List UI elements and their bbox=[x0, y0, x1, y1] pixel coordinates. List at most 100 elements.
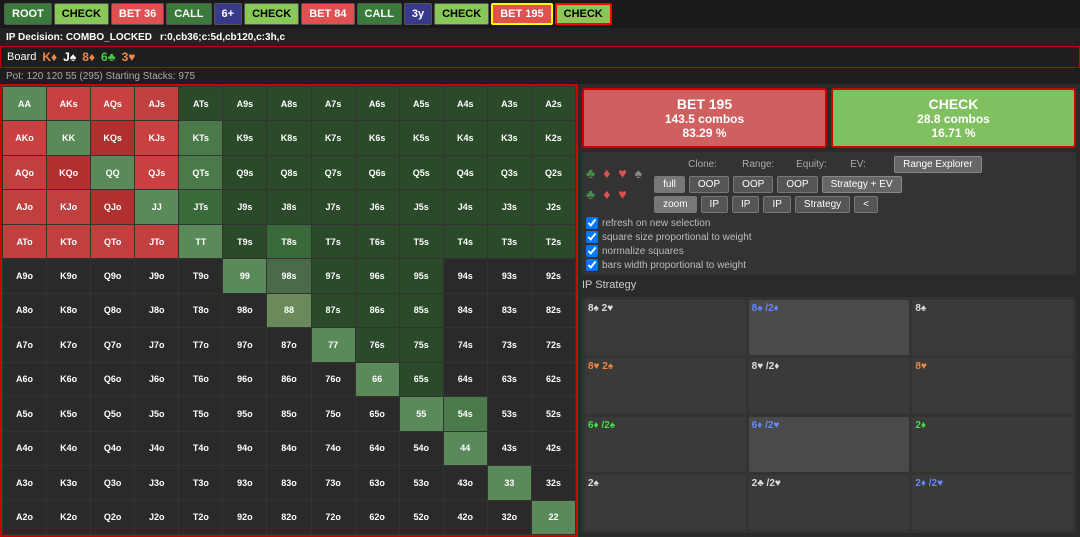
matrix-cell[interactable]: K6s bbox=[356, 121, 399, 154]
card-cell-2[interactable]: 8♠ /2♦ bbox=[749, 300, 910, 355]
heart-icon-2[interactable]: ♥ bbox=[618, 186, 626, 202]
matrix-cell[interactable]: 85o bbox=[267, 397, 310, 430]
matrix-cell[interactable]: K5o bbox=[47, 397, 90, 430]
matrix-cell[interactable]: J9s bbox=[223, 190, 266, 223]
matrix-cell[interactable]: K5s bbox=[400, 121, 443, 154]
zoom-btn[interactable]: zoom bbox=[654, 196, 696, 213]
matrix-cell[interactable]: T9s bbox=[223, 225, 266, 258]
matrix-cell[interactable]: J7o bbox=[135, 328, 178, 361]
matrix-cell[interactable]: KQo bbox=[47, 156, 90, 189]
matrix-cell[interactable]: T9o bbox=[179, 259, 222, 292]
matrix-cell[interactable]: 63s bbox=[488, 363, 531, 396]
matrix-cell[interactable]: 95s bbox=[400, 259, 443, 292]
matrix-cell[interactable]: 83s bbox=[488, 294, 531, 327]
matrix-cell[interactable]: T6s bbox=[356, 225, 399, 258]
matrix-cell[interactable]: 87s bbox=[312, 294, 355, 327]
matrix-cell[interactable]: A3s bbox=[488, 87, 531, 120]
matrix-cell[interactable]: KJo bbox=[47, 190, 90, 223]
heart-icon-1[interactable]: ♥ bbox=[618, 165, 626, 181]
square-size-checkbox[interactable] bbox=[586, 231, 598, 243]
matrix-cell[interactable]: T3o bbox=[179, 466, 222, 499]
nav-root-btn[interactable]: ROOT bbox=[4, 3, 52, 25]
matrix-cell[interactable]: 72s bbox=[532, 328, 575, 361]
matrix-cell[interactable]: AKo bbox=[3, 121, 46, 154]
matrix-cell[interactable]: T2s bbox=[532, 225, 575, 258]
matrix-cell[interactable]: K3s bbox=[488, 121, 531, 154]
matrix-cell[interactable]: 93o bbox=[223, 466, 266, 499]
matrix-cell[interactable]: K8o bbox=[47, 294, 90, 327]
club-icon-1[interactable]: ♣ bbox=[586, 165, 595, 181]
matrix-cell[interactable]: J6o bbox=[135, 363, 178, 396]
card-cell-6[interactable]: 8♥ bbox=[912, 358, 1073, 413]
matrix-cell[interactable]: K3o bbox=[47, 466, 90, 499]
matrix-cell[interactable]: 72o bbox=[312, 501, 355, 534]
matrix-cell[interactable]: J4s bbox=[444, 190, 487, 223]
matrix-cell[interactable]: KTo bbox=[47, 225, 90, 258]
matrix-cell[interactable]: 99 bbox=[223, 259, 266, 292]
diamond-icon-1[interactable]: ♦ bbox=[603, 165, 610, 181]
matrix-cell[interactable]: 43s bbox=[488, 432, 531, 465]
matrix-cell[interactable]: K6o bbox=[47, 363, 90, 396]
club-icon-2[interactable]: ♣ bbox=[586, 186, 595, 202]
spade-icon-2[interactable]: ♠ bbox=[635, 186, 642, 202]
card-cell-9[interactable]: 2♦ bbox=[912, 417, 1073, 472]
matrix-cell[interactable]: J5s bbox=[400, 190, 443, 223]
range-explorer-btn[interactable]: Range Explorer bbox=[894, 156, 981, 173]
matrix-cell[interactable]: Q3o bbox=[91, 466, 134, 499]
matrix-cell[interactable]: Q4o bbox=[91, 432, 134, 465]
matrix-cell[interactable]: K2s bbox=[532, 121, 575, 154]
matrix-cell[interactable]: T5s bbox=[400, 225, 443, 258]
matrix-cell[interactable]: 73o bbox=[312, 466, 355, 499]
matrix-cell[interactable]: 52o bbox=[400, 501, 443, 534]
bars-width-checkbox[interactable] bbox=[586, 259, 598, 271]
matrix-cell[interactable]: 55 bbox=[400, 397, 443, 430]
matrix-cell[interactable]: 77 bbox=[312, 328, 355, 361]
matrix-cell[interactable]: T8s bbox=[267, 225, 310, 258]
matrix-cell[interactable]: 54s bbox=[444, 397, 487, 430]
matrix-cell[interactable]: 93s bbox=[488, 259, 531, 292]
matrix-cell[interactable]: 92o bbox=[223, 501, 266, 534]
nav-3y-btn[interactable]: 3y bbox=[404, 3, 432, 25]
matrix-cell[interactable]: 87o bbox=[267, 328, 310, 361]
matrix-cell[interactable]: A2s bbox=[532, 87, 575, 120]
matrix-cell[interactable]: A5o bbox=[3, 397, 46, 430]
nav-check-btn-4[interactable]: CHECK bbox=[555, 3, 612, 25]
matrix-cell[interactable]: Q5o bbox=[91, 397, 134, 430]
matrix-cell[interactable]: KK bbox=[47, 121, 90, 154]
matrix-cell[interactable]: 95o bbox=[223, 397, 266, 430]
matrix-cell[interactable]: 32o bbox=[488, 501, 531, 534]
matrix-cell[interactable]: 64o bbox=[356, 432, 399, 465]
matrix-cell[interactable]: K8s bbox=[267, 121, 310, 154]
matrix-cell[interactable]: 62s bbox=[532, 363, 575, 396]
matrix-cell[interactable]: AJo bbox=[3, 190, 46, 223]
matrix-cell[interactable]: T5o bbox=[179, 397, 222, 430]
matrix-cell[interactable]: 65s bbox=[400, 363, 443, 396]
matrix-cell[interactable]: Q7s bbox=[312, 156, 355, 189]
matrix-cell[interactable]: Q9o bbox=[91, 259, 134, 292]
spade-icon-1[interactable]: ♠ bbox=[635, 165, 642, 181]
matrix-cell[interactable]: 76o bbox=[312, 363, 355, 396]
matrix-cell[interactable]: Q9s bbox=[223, 156, 266, 189]
matrix-cell[interactable]: J6s bbox=[356, 190, 399, 223]
nav-call-btn-2[interactable]: CALL bbox=[357, 3, 402, 25]
matrix-cell[interactable]: JJ bbox=[135, 190, 178, 223]
matrix-cell[interactable]: QTo bbox=[91, 225, 134, 258]
nav-check-btn-3[interactable]: CHECK bbox=[434, 3, 489, 25]
matrix-cell[interactable]: Q4s bbox=[444, 156, 487, 189]
matrix-cell[interactable]: 54o bbox=[400, 432, 443, 465]
matrix-cell[interactable]: 85s bbox=[400, 294, 443, 327]
matrix-cell[interactable]: TT bbox=[179, 225, 222, 258]
nav-bet195-btn[interactable]: BET 195 bbox=[491, 3, 552, 25]
matrix-cell[interactable]: 52s bbox=[532, 397, 575, 430]
strategy-btn[interactable]: Strategy bbox=[795, 196, 850, 213]
matrix-cell[interactable]: 76s bbox=[356, 328, 399, 361]
matrix-cell[interactable]: 97o bbox=[223, 328, 266, 361]
matrix-cell[interactable]: 84o bbox=[267, 432, 310, 465]
matrix-cell[interactable]: K7s bbox=[312, 121, 355, 154]
matrix-cell[interactable]: 42s bbox=[532, 432, 575, 465]
check-action-box[interactable]: CHECK 28.8 combos 16.71 % bbox=[831, 88, 1076, 148]
matrix-cell[interactable]: A4s bbox=[444, 87, 487, 120]
nav-bet36-btn[interactable]: BET 36 bbox=[111, 3, 164, 25]
matrix-cell[interactable]: K4o bbox=[47, 432, 90, 465]
matrix-cell[interactable]: AQo bbox=[3, 156, 46, 189]
